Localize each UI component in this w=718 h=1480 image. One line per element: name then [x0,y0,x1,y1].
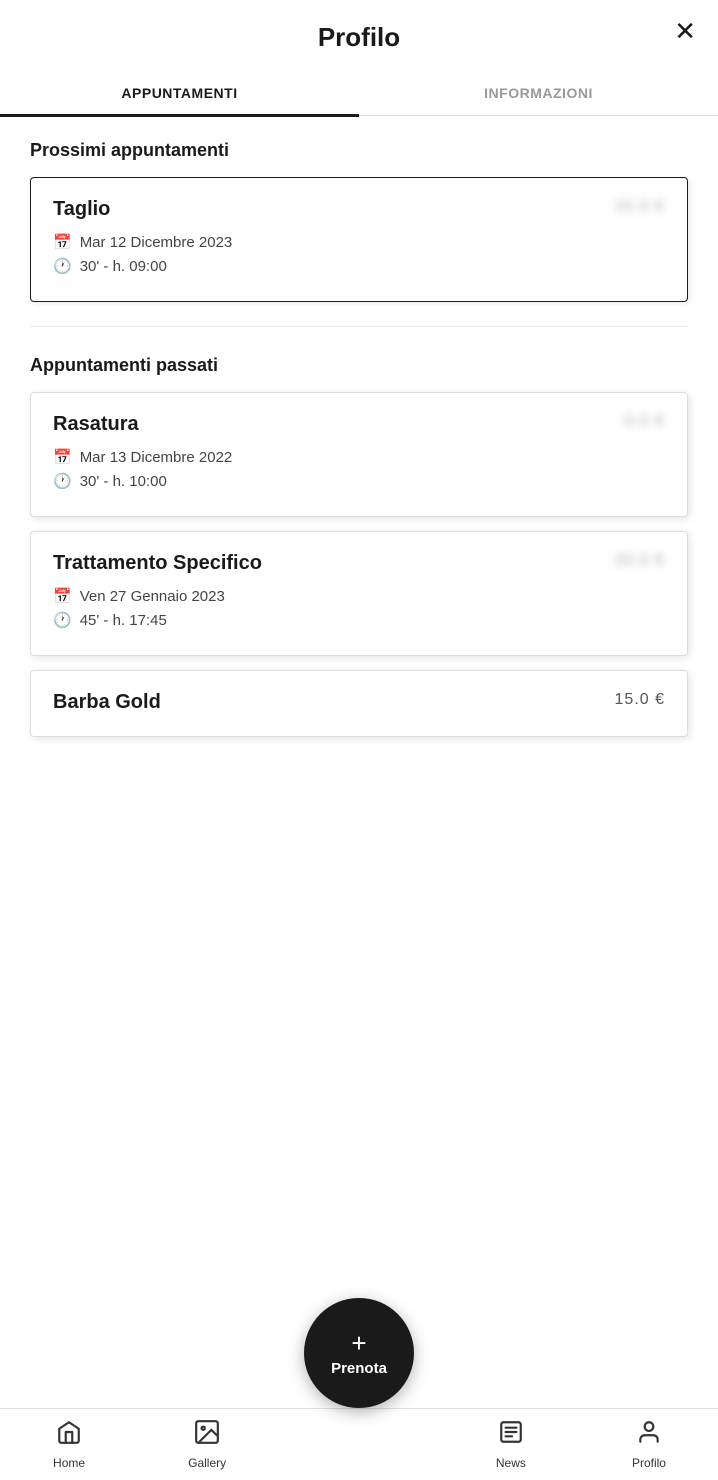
page-title: Profilo [318,22,400,53]
appointment-duration-time: 30' - h. 09:00 [80,258,167,275]
card-header: Trattamento Specifico 20.0 € [53,552,665,575]
card-date-row: 📅 Mar 12 Dicembre 2023 [53,233,665,251]
prenota-button[interactable]: + Prenota [304,1298,414,1408]
card-header: Taglio 15.0 € [53,198,665,221]
appointment-card-taglio[interactable]: Taglio 15.0 € 📅 Mar 12 Dicembre 2023 🕐 3… [30,177,688,302]
fab-container: + Prenota [304,1298,414,1408]
service-price: 15.0 € [615,198,665,216]
service-price: 20.0 € [615,552,665,570]
header: Profilo ✕ [0,0,718,69]
bottom-nav: Home Gallery News [0,1408,718,1480]
upcoming-section-title: Prossimi appuntamenti [30,140,688,161]
close-button[interactable]: ✕ [674,18,696,44]
calendar-icon: 📅 [53,233,72,251]
clock-icon: 🕐 [53,611,72,629]
appointment-date: Mar 13 Dicembre 2022 [80,449,233,466]
appointment-date: Mar 12 Dicembre 2023 [80,234,233,251]
tab-appuntamenti[interactable]: APPUNTAMENTI [0,69,359,115]
calendar-icon: 📅 [53,587,72,605]
card-time-row: 🕐 45' - h. 17:45 [53,611,665,629]
calendar-icon: 📅 [53,448,72,466]
service-name: Trattamento Specifico [53,552,262,575]
service-price: 0.0 € [624,413,665,431]
service-price: 15.0 € [615,691,665,709]
fab-plus-icon: + [351,1330,366,1356]
card-time-row: 🕐 30' - h. 10:00 [53,472,665,490]
profilo-icon [636,1419,662,1452]
appointment-duration-time: 45' - h. 17:45 [80,612,167,629]
card-time-row: 🕐 30' - h. 09:00 [53,257,665,275]
appointment-card-rasatura[interactable]: Rasatura 0.0 € 📅 Mar 13 Dicembre 2022 🕐 … [30,392,688,517]
service-name: Taglio [53,198,110,221]
past-section-title: Appuntamenti passati [30,355,688,376]
appointment-card-barba-gold[interactable]: Barba Gold 15.0 € [30,670,688,737]
home-label: Home [53,1456,85,1470]
card-date-row: 📅 Mar 13 Dicembre 2022 [53,448,665,466]
appointment-card-trattamento[interactable]: Trattamento Specifico 20.0 € 📅 Ven 27 Ge… [30,531,688,656]
section-divider [30,326,688,327]
clock-icon: 🕐 [53,257,72,275]
appointment-duration-time: 30' - h. 10:00 [80,473,167,490]
clock-icon: 🕐 [53,472,72,490]
nav-profilo[interactable]: Profilo [580,1419,718,1470]
gallery-icon [194,1419,220,1452]
home-icon [56,1419,82,1452]
profilo-label: Profilo [632,1456,666,1470]
tab-informazioni[interactable]: INFORMAZIONI [359,69,718,115]
fab-label: Prenota [331,1360,387,1377]
card-date-row: 📅 Ven 27 Gennaio 2023 [53,587,665,605]
nav-news[interactable]: News [442,1419,580,1470]
appointment-date: Ven 27 Gennaio 2023 [80,588,225,605]
tab-bar: APPUNTAMENTI INFORMAZIONI [0,69,718,116]
card-header: Barba Gold 15.0 € [53,691,665,714]
main-content: Prossimi appuntamenti Taglio 15.0 € 📅 Ma… [0,116,718,857]
news-icon [498,1419,524,1452]
nav-home[interactable]: Home [0,1419,138,1470]
nav-gallery[interactable]: Gallery [138,1419,276,1470]
gallery-label: Gallery [188,1456,226,1470]
news-label: News [496,1456,526,1470]
service-name: Rasatura [53,413,139,436]
card-header: Rasatura 0.0 € [53,413,665,436]
service-name: Barba Gold [53,691,161,714]
